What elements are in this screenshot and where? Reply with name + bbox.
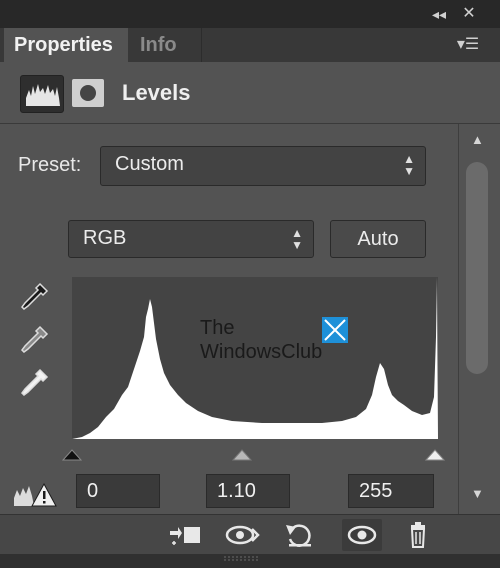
preset-dropdown[interactable]: Custom ▲ ▼ <box>100 146 426 186</box>
panel-tab-bar: Properties Info ▾☰ <box>0 28 500 62</box>
adjustment-header: Levels <box>0 62 500 124</box>
white-point-eyedropper-icon[interactable] <box>20 367 50 399</box>
channel-value: RGB <box>83 227 127 249</box>
view-previous-state-icon[interactable] <box>222 519 262 551</box>
scroll-thumb[interactable] <box>466 162 488 374</box>
double-chevron-left-icon[interactable]: ◂◂ <box>428 4 450 24</box>
watermark: The WindowsClub <box>198 317 358 377</box>
watermark-line-2: WindowsClub <box>200 341 323 363</box>
auto-button[interactable]: Auto <box>330 220 426 258</box>
channel-dropdown[interactable]: RGB ▲ ▼ <box>68 220 314 258</box>
adjustment-title: Levels <box>122 80 191 105</box>
dropdown-arrows-icon: ▲ ▼ <box>291 226 303 252</box>
toggle-visibility-icon[interactable] <box>342 519 382 551</box>
black-point-eyedropper-icon[interactable] <box>20 281 50 313</box>
black-point-slider <box>61 449 83 461</box>
gamma-input-field[interactable]: 1.10 <box>206 474 290 508</box>
clip-to-layer-icon[interactable] <box>166 519 206 551</box>
scroll-down-icon[interactable]: ▼ <box>471 486 484 501</box>
tab-info[interactable]: Info <box>130 28 202 62</box>
windows-logo-icon <box>322 317 348 343</box>
white-point-slider <box>424 449 446 461</box>
watermark-line-1: The <box>200 317 235 339</box>
scroll-up-icon[interactable]: ▲ <box>471 132 484 147</box>
gamma-slider <box>231 449 253 461</box>
panel-menu-icon[interactable]: ▾☰ <box>452 34 484 56</box>
levels-body: Preset: Custom ▲ ▼ RGB ▲ ▼ Auto The Window… <box>0 124 458 514</box>
gray-point-eyedropper-icon[interactable] <box>20 324 50 356</box>
resize-grip-icon[interactable] <box>222 556 262 562</box>
close-icon[interactable]: ✕ <box>458 4 480 24</box>
preset-value: Custom <box>115 153 184 175</box>
levels-adjustment-icon[interactable] <box>20 75 64 113</box>
reset-icon[interactable] <box>280 519 320 551</box>
panel-title-strip: ◂◂ ✕ <box>0 0 500 28</box>
tab-properties[interactable]: Properties <box>4 28 128 62</box>
levels-histogram: The WindowsClub <box>72 277 438 439</box>
white-input-field[interactable]: 255 <box>348 474 434 508</box>
black-input-field[interactable]: 0 <box>76 474 160 508</box>
clipping-warning-icon[interactable] <box>12 480 58 510</box>
panel-footer <box>0 554 500 568</box>
preset-label: Preset: <box>18 154 82 176</box>
dropdown-arrows-icon: ▲ ▼ <box>403 152 415 178</box>
delete-icon[interactable] <box>398 519 438 551</box>
input-levels-slider[interactable] <box>61 440 448 462</box>
vertical-scrollbar[interactable]: ▲ ▼ <box>458 124 500 514</box>
layer-mask-icon[interactable] <box>72 79 104 107</box>
bottom-toolbar <box>0 514 500 554</box>
